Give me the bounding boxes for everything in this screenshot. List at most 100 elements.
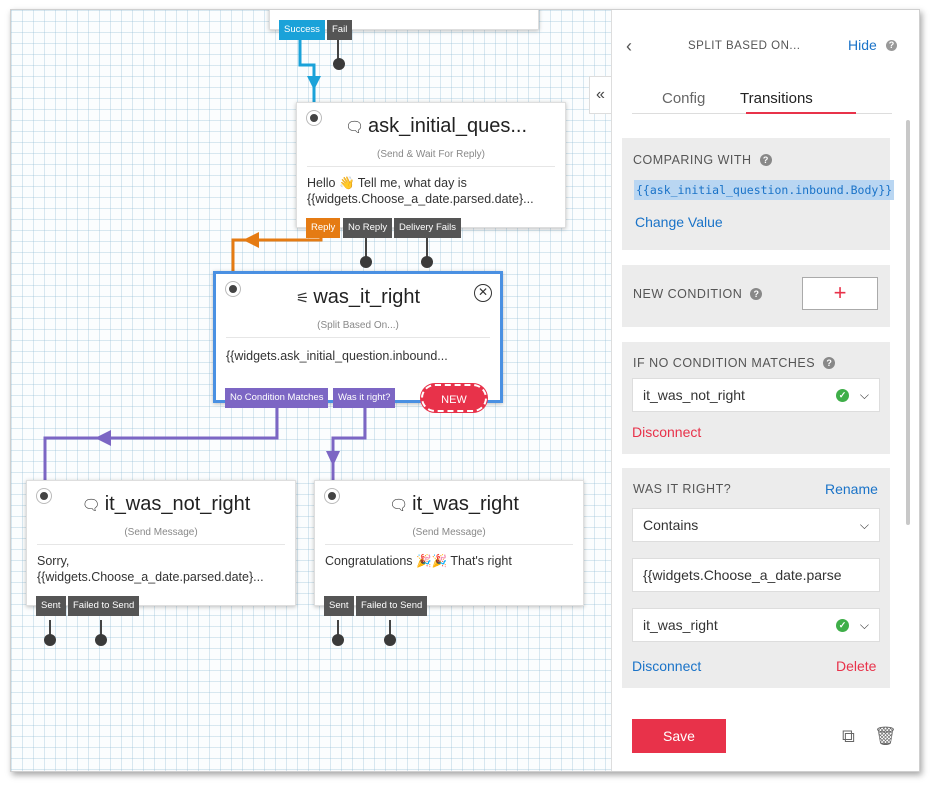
- wire-was-it-right-arrow: [326, 451, 340, 466]
- flow-canvas[interactable]: Success Fail 🗨 ask_initial_ques... (Send …: [11, 10, 611, 771]
- duplicate-icon[interactable]: ⧉: [842, 726, 855, 747]
- close-icon[interactable]: ✕: [474, 284, 492, 302]
- widget-title-text: it_was_not_right: [104, 493, 251, 515]
- condition-label: WAS IT RIGHT?: [633, 482, 732, 496]
- check-circle-icon: ✓: [836, 619, 849, 632]
- new-condition-label: NEW CONDITION?: [633, 287, 763, 301]
- wire-no-match-arrow: [95, 430, 111, 446]
- widget-title: ⚟ was_it_right: [216, 286, 500, 309]
- no-condition-matches-label-text: IF NO CONDITION MATCHES: [633, 356, 816, 370]
- sent-port[interactable]: [332, 634, 344, 646]
- widget-body: Hello 👋 Tell me, what day is {{widgets.C…: [307, 175, 557, 207]
- no-match-target-select[interactable]: it_was_not_right ✓ ⌵: [632, 378, 880, 412]
- condition-target-select[interactable]: it_was_right ✓ ⌵: [632, 608, 880, 642]
- new-condition-label-text: NEW CONDITION: [633, 287, 743, 301]
- wire-was-it-right: [331, 408, 367, 482]
- no-condition-matches-label: IF NO CONDITION MATCHES?: [633, 356, 836, 370]
- wire-reply-arrow: [243, 232, 259, 248]
- transition-failed-to-send[interactable]: Failed to Send: [356, 596, 428, 616]
- transition-success[interactable]: Success: [279, 20, 325, 40]
- widget-type: (Split Based On...): [317, 320, 399, 331]
- input-value: {{widgets.Choose_a_date.parse: [643, 567, 842, 583]
- inspector-panel: ‹ SPLIT BASED ON... Hide ? Config Transi…: [611, 10, 919, 771]
- no-condition-matches-section: IF NO CONDITION MATCHES? it_was_not_righ…: [622, 342, 890, 454]
- tab-transitions[interactable]: Transitions: [740, 90, 813, 107]
- chevron-left-icon[interactable]: ‹: [626, 36, 632, 57]
- widget-title-text: it_was_right: [412, 493, 519, 515]
- widget-body: {{widgets.ask_initial_question.inbound..…: [226, 349, 448, 363]
- panel-tabs: Config Transitions: [632, 90, 892, 114]
- panel-title: SPLIT BASED ON...: [688, 40, 801, 52]
- wire-success: [298, 40, 316, 102]
- comparing-with-label-text: COMPARING WITH: [633, 153, 752, 167]
- widget-body: Sorry, {{widgets.Choose_a_date.parsed.da…: [37, 553, 287, 585]
- divider: [37, 544, 285, 545]
- divider: [226, 337, 490, 338]
- transition-no-reply[interactable]: No Reply: [343, 218, 393, 238]
- delete-link[interactable]: Delete: [836, 658, 876, 674]
- add-condition-button[interactable]: +: [802, 277, 878, 310]
- transition-no-condition-matches[interactable]: No Condition Matches: [225, 388, 329, 408]
- widget-body-line-1: Hello 👋 Tell me, what day is: [307, 176, 467, 190]
- wire-no-match: [43, 408, 279, 482]
- chevron-down-icon: ⌵: [859, 388, 869, 402]
- failed-to-send-port[interactable]: [95, 634, 107, 646]
- disconnect-link[interactable]: Disconnect: [632, 424, 701, 440]
- tab-config[interactable]: Config: [662, 90, 705, 107]
- help-icon[interactable]: ?: [823, 357, 836, 369]
- transition-was-it-right[interactable]: Was it right?: [333, 388, 396, 408]
- widget-body: Congratulations 🎉🎉 That's right: [325, 554, 512, 568]
- widget-body-line-2: {{widgets.Choose_a_date.parsed.date}...: [37, 570, 264, 584]
- condition-value-input[interactable]: {{widgets.Choose_a_date.parse: [632, 558, 880, 592]
- hide-panel-link[interactable]: Hide: [848, 37, 877, 53]
- widget-type: (Send Message): [412, 527, 486, 538]
- scrollbar[interactable]: [906, 120, 910, 525]
- select-value: it_was_not_right: [643, 387, 745, 403]
- transition-sent[interactable]: Sent: [324, 596, 354, 616]
- widget-body-line-2: {{widgets.Choose_a_date.parsed.date}...: [307, 192, 534, 206]
- widget-type: (Send & Wait For Reply): [377, 149, 485, 160]
- rename-link[interactable]: Rename: [825, 481, 878, 497]
- help-icon[interactable]: ?: [750, 288, 763, 300]
- sent-port[interactable]: [44, 634, 56, 646]
- widget-it-was-not-right[interactable]: 🗨 it_was_not_right (Send Message) Sorry, …: [26, 480, 296, 606]
- widget-body-line-1: Sorry,: [37, 554, 70, 568]
- help-icon[interactable]: ?: [759, 154, 772, 166]
- chat-bubble-icon: 🗨: [81, 497, 101, 514]
- no-reply-port[interactable]: [360, 256, 372, 268]
- widget-type: (Send Message): [124, 527, 198, 538]
- chat-bubble-icon: 🗨: [344, 119, 365, 136]
- widget-title: 🗨 it_was_right: [315, 493, 583, 516]
- new-transition-button[interactable]: NEW: [421, 384, 487, 412]
- widget-title: 🗨 it_was_not_right: [27, 493, 295, 516]
- transition-fail[interactable]: Fail: [327, 20, 353, 40]
- change-value-link[interactable]: Change Value: [635, 214, 723, 230]
- double-chevron-left-icon: «: [596, 86, 605, 103]
- fail-port[interactable]: [333, 58, 345, 70]
- transition-reply[interactable]: Reply: [306, 218, 341, 238]
- comparing-value: {{ask_initial_question.inbound.Body}}: [634, 180, 895, 200]
- widget-ask-initial-question[interactable]: 🗨 ask_initial_ques... (Send & Wait For Re…: [296, 102, 566, 228]
- select-value: Contains: [643, 517, 699, 533]
- transition-failed-to-send[interactable]: Failed to Send: [68, 596, 140, 616]
- divider: [325, 544, 573, 545]
- failed-to-send-port[interactable]: [384, 634, 396, 646]
- wire-success-arrow: [307, 76, 321, 90]
- chevron-down-icon: ⌵: [859, 518, 869, 532]
- comparing-with-section: COMPARING WITH? {{ask_initial_question.i…: [622, 138, 895, 250]
- operator-select[interactable]: Contains ⌵: [632, 508, 880, 542]
- check-circle-icon: ✓: [836, 389, 849, 402]
- save-button[interactable]: Save: [632, 719, 726, 753]
- widget-it-was-right[interactable]: 🗨 it_was_right (Send Message) Congratulat…: [314, 480, 584, 606]
- delivery-fails-port[interactable]: [421, 256, 433, 268]
- comparing-with-label: COMPARING WITH?: [633, 153, 772, 167]
- transition-sent[interactable]: Sent: [36, 596, 66, 616]
- transition-delivery-fails[interactable]: Delivery Fails: [394, 218, 462, 238]
- disconnect-link[interactable]: Disconnect: [632, 658, 701, 674]
- trash-icon[interactable]: 🗑: [874, 726, 897, 747]
- help-icon[interactable]: ?: [886, 40, 897, 51]
- collapse-panel-button[interactable]: «: [589, 76, 611, 114]
- studio-window: Success Fail 🗨 ask_initial_ques... (Send …: [10, 9, 920, 772]
- widget-title-text: was_it_right: [313, 286, 421, 308]
- condition-was-it-right-section: WAS IT RIGHT? Rename Contains ⌵ {{widget…: [622, 468, 890, 688]
